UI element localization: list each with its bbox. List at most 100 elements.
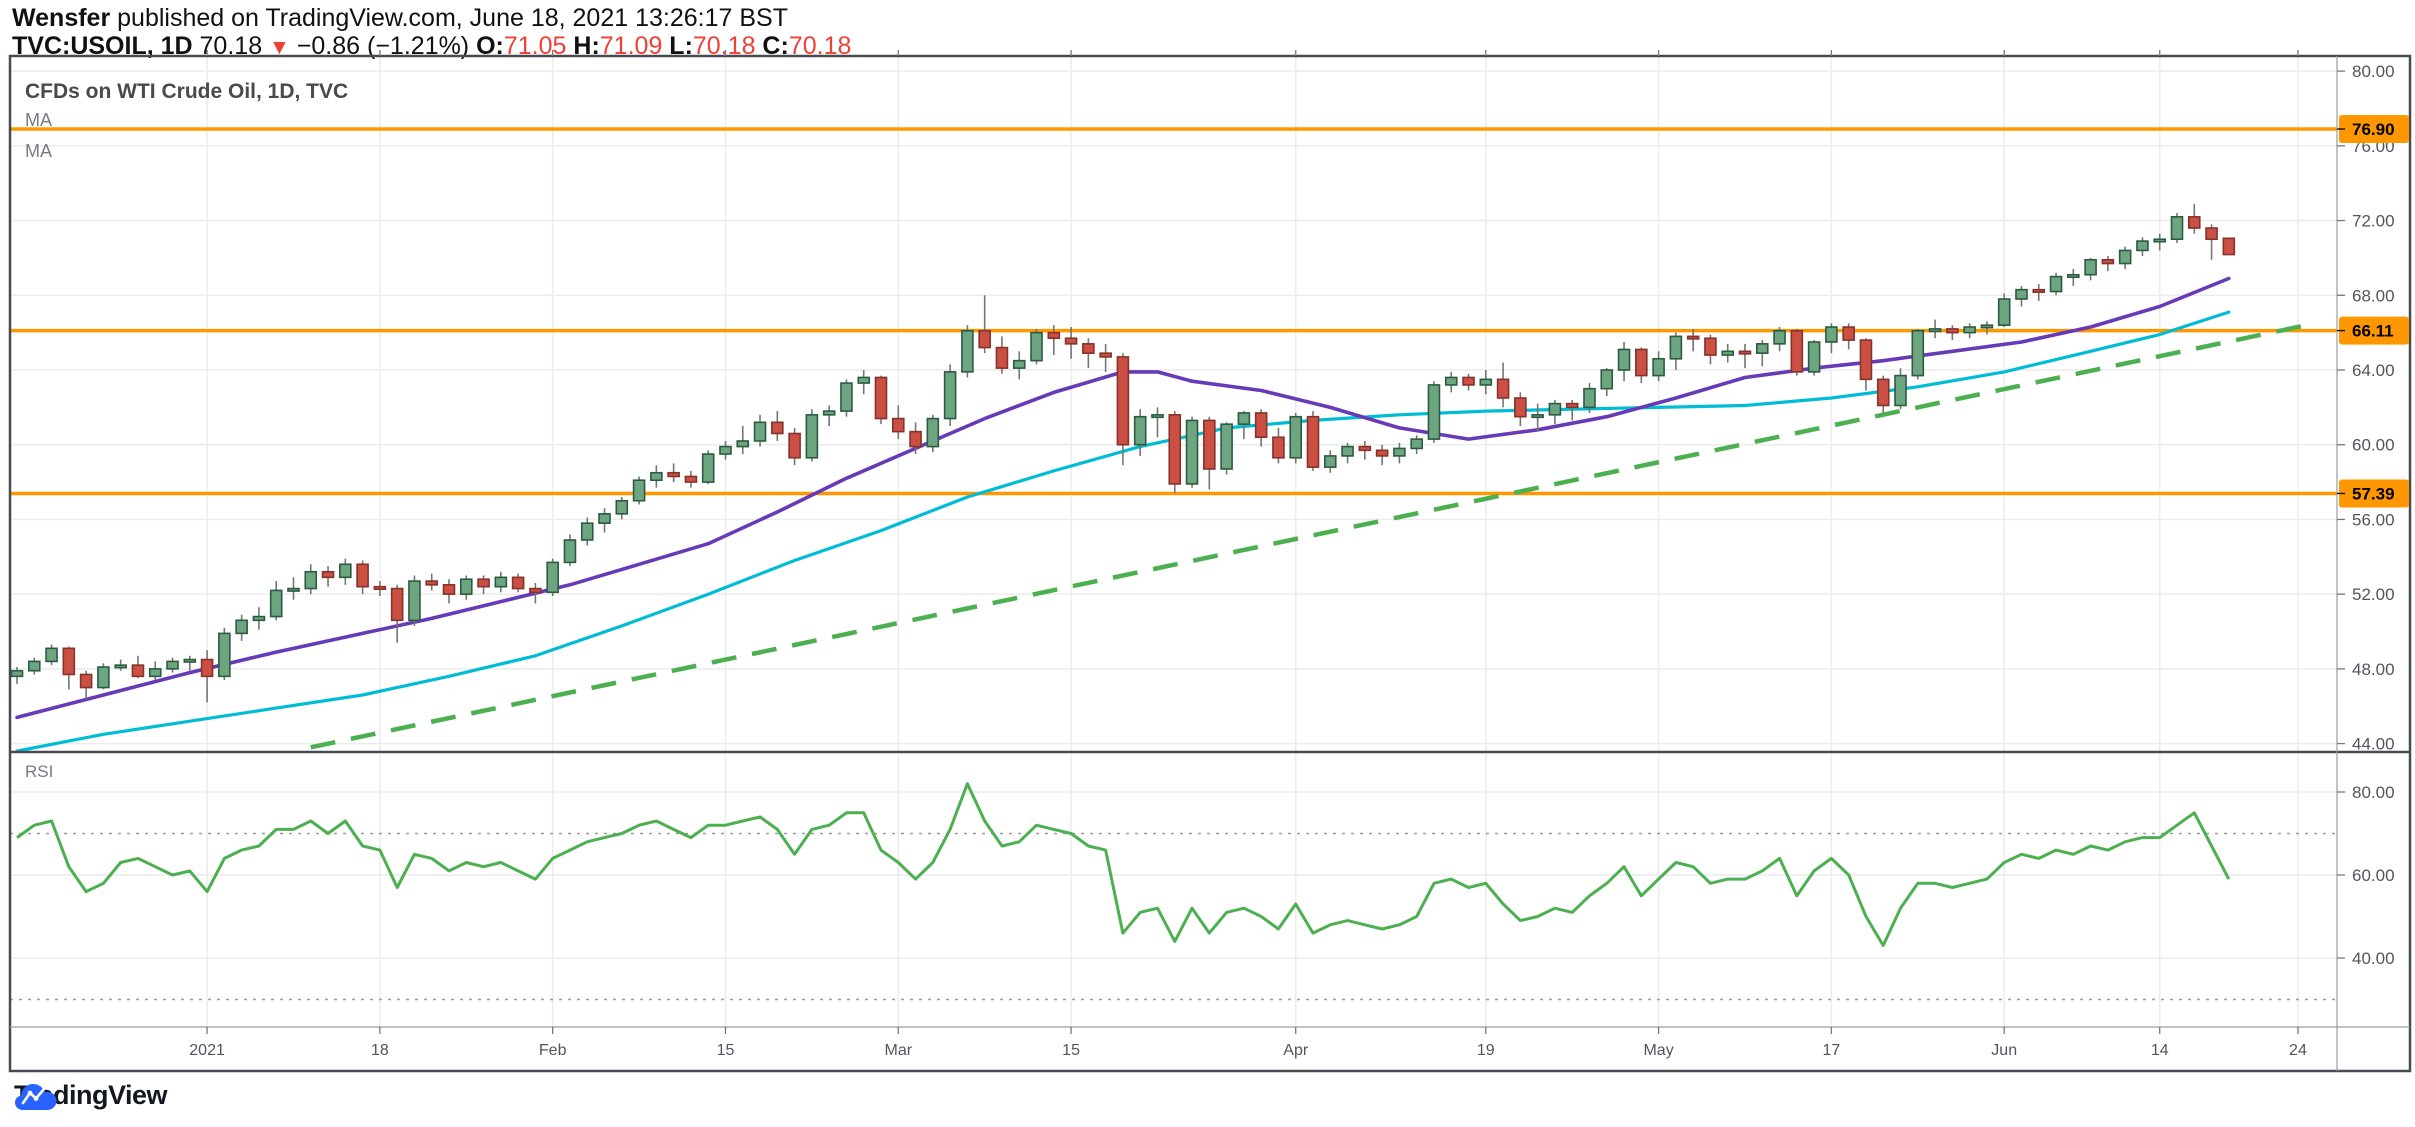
time-axis-label: 18 [371, 1042, 389, 1059]
candle-body [323, 572, 334, 578]
candle-body [1100, 353, 1111, 357]
candle-body [893, 419, 904, 432]
candle-body [996, 348, 1007, 369]
candle-body [685, 476, 696, 482]
candle-body [495, 577, 506, 586]
candle-body [236, 620, 247, 633]
candle-body [1238, 413, 1249, 424]
level-price-label: 57.39 [2352, 484, 2395, 503]
candle-body [1584, 389, 1595, 408]
rsi-pane-label: RSI [25, 762, 53, 782]
time-axis-label: Apr [1283, 1042, 1309, 1059]
candle-body [1325, 456, 1336, 467]
candle-body [1256, 413, 1267, 437]
rsi-axis-label: 40.00 [2352, 949, 2395, 968]
candle-body [2206, 228, 2217, 239]
candles-layer [12, 204, 2235, 703]
price-chart[interactable]: 44.0048.0052.0056.0060.0064.0068.0072.00… [0, 0, 2415, 1127]
candle-body [634, 480, 645, 501]
time-axis-label: Feb [539, 1042, 567, 1059]
candle-body [46, 648, 57, 661]
candle-body [340, 564, 351, 577]
price-axis-label: 68.00 [2352, 286, 2395, 305]
candle-body [409, 581, 420, 620]
candle-body [461, 579, 472, 594]
candle-body [564, 540, 575, 562]
candle-body [1619, 349, 1630, 370]
candle-body [1031, 333, 1042, 361]
candle-body [755, 422, 766, 441]
candle-body [2137, 241, 2148, 250]
tradingview-logo[interactable]: TradingView [14, 1080, 167, 1111]
candle-body [2068, 275, 2079, 278]
candle-body [1653, 359, 1664, 376]
time-axis-label: 19 [1477, 1042, 1495, 1059]
candle-body [1843, 327, 1854, 340]
candle-body [1221, 424, 1232, 469]
tradingview-snapshot: { "header": { "author": "Wensfer", "publ… [0, 0, 2415, 1127]
candle-body [98, 667, 109, 688]
chart-frame [10, 56, 2410, 1071]
candle-body [2085, 260, 2096, 275]
candle-body [979, 331, 990, 348]
candle-body [703, 454, 714, 482]
candle-body [2120, 250, 2131, 263]
candle-body [12, 671, 23, 677]
candle-body [2189, 217, 2200, 228]
candle-body [1567, 404, 1578, 408]
candle-body [1169, 415, 1180, 484]
candle-body [2154, 239, 2165, 242]
candle-body [1048, 333, 1059, 339]
candle-body [1515, 398, 1526, 417]
time-axis-label: May [1643, 1042, 1673, 1059]
candle-body [599, 514, 610, 523]
price-axis-label: 80.00 [2352, 62, 2395, 81]
candle-body [288, 589, 299, 592]
candle-body [876, 377, 887, 418]
candle-body [1964, 327, 1975, 333]
candle-body [184, 660, 195, 663]
candle-body [2102, 260, 2113, 264]
candle-body [720, 447, 731, 454]
price-axis-label: 44.00 [2352, 735, 2395, 754]
candle-body [927, 419, 938, 447]
time-axis-label: Mar [884, 1042, 912, 1059]
price-axis-label: 52.00 [2352, 585, 2395, 604]
candle-body [858, 377, 869, 383]
candle-body [1135, 417, 1146, 445]
candle-body [513, 577, 524, 588]
level-price-label: 66.11 [2352, 322, 2394, 341]
candle-body [478, 579, 489, 586]
candle-body [219, 633, 230, 676]
rsi-axis-label: 80.00 [2352, 783, 2395, 802]
candle-body [115, 665, 126, 668]
candle-body [357, 564, 368, 586]
candle-body [1740, 351, 1751, 354]
candle-body [1117, 357, 1128, 445]
dashed-trendline [311, 323, 2315, 747]
candle-body [167, 661, 178, 668]
candle-body [737, 441, 748, 447]
ma-line-purple [17, 279, 2229, 718]
candle-body [1860, 340, 1871, 379]
time-axis-label: 17 [1823, 1042, 1841, 1059]
candle-body [1705, 338, 1716, 355]
candle-body [426, 581, 437, 585]
candle-body [1670, 336, 1681, 358]
candle-body [271, 590, 282, 616]
candle-body [1411, 439, 1422, 448]
candle-body [1532, 415, 1543, 418]
candle-body [841, 383, 852, 411]
candle-body [1757, 344, 1768, 353]
candle-body [772, 422, 783, 433]
candle-body [1549, 404, 1560, 415]
time-axis-label: 14 [2151, 1042, 2169, 1059]
candle-body [789, 434, 800, 458]
candle-body [1809, 342, 1820, 372]
candle-body [444, 585, 455, 594]
candle-body [202, 660, 213, 677]
candle-body [1480, 379, 1491, 385]
candle-body [1498, 379, 1509, 398]
candle-body [582, 523, 593, 540]
candle-body [1359, 447, 1370, 451]
